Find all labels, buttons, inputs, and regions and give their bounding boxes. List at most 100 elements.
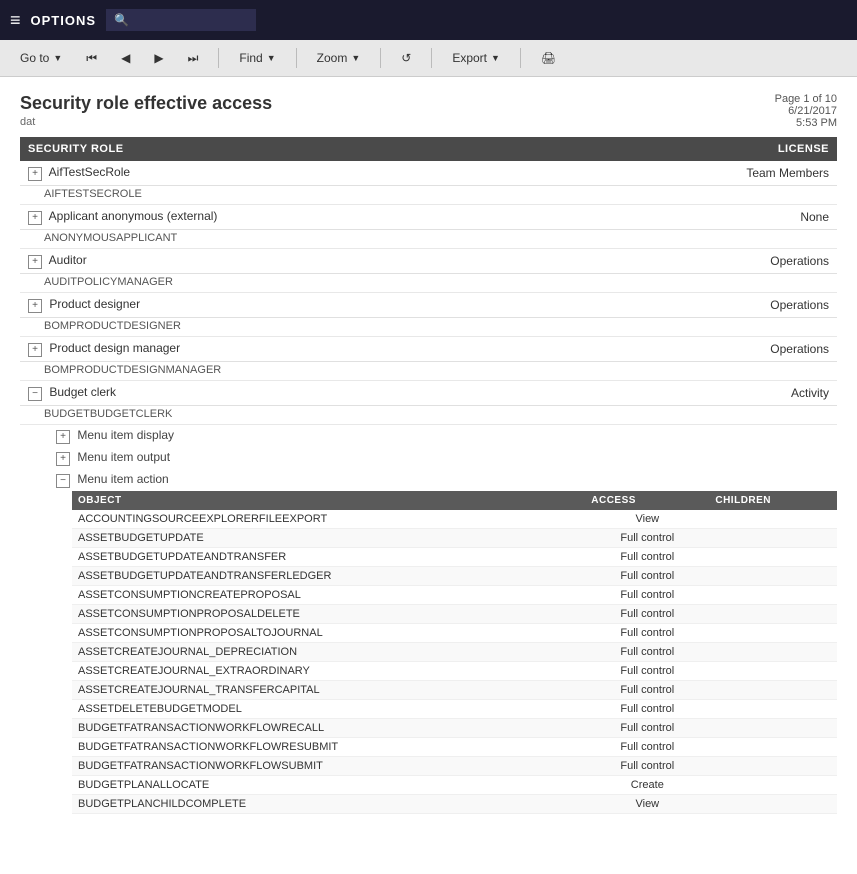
menu-item-label: Menu item display bbox=[77, 428, 174, 442]
table-header-row: SECURITY ROLE LICENSE bbox=[20, 137, 837, 161]
prev-page-button[interactable]: ◀ bbox=[117, 49, 134, 67]
access-value: View bbox=[585, 795, 709, 814]
list-item: BUDGETFATRANSACTIONWORKFLOWRESUBMITFull … bbox=[72, 738, 837, 757]
role-key: AUDITPOLICYMANAGER bbox=[20, 274, 837, 293]
main-content: Go to ▼ ⏮ ◀ ▶ ⏭ Find ▼ Zoom ▼ ↺ Export ▼… bbox=[0, 40, 857, 874]
table-row: ANONYMOUSAPPLICANT bbox=[20, 230, 837, 249]
report-time: 5:53 PM bbox=[775, 117, 837, 129]
table-row: + Applicant anonymous (external) None bbox=[20, 205, 837, 230]
object-name: BUDGETFATRANSACTIONWORKFLOWSUBMIT bbox=[72, 757, 585, 776]
list-item: ASSETCREATEJOURNAL_DEPRECIATIONFull cont… bbox=[72, 643, 837, 662]
table-container: SECURITY ROLE LICENSE + AifTestSecRole T… bbox=[0, 137, 857, 814]
role-license: Operations bbox=[572, 293, 837, 318]
access-value: Full control bbox=[585, 662, 709, 681]
object-name: ASSETCREATEJOURNAL_TRANSFERCAPITAL bbox=[72, 681, 585, 700]
menu-item-label: Menu item action bbox=[77, 472, 168, 486]
expand-icon[interactable]: + bbox=[56, 430, 70, 444]
expand-icon[interactable]: + bbox=[28, 255, 42, 269]
object-name: ASSETDELETEBUDGETMODEL bbox=[72, 700, 585, 719]
goto-chevron: ▼ bbox=[53, 53, 62, 63]
separator-2 bbox=[296, 48, 297, 68]
table-row: AUDITPOLICYMANAGER bbox=[20, 274, 837, 293]
object-name: BUDGETFATRANSACTIONWORKFLOWRECALL bbox=[72, 719, 585, 738]
separator-4 bbox=[431, 48, 432, 68]
export-label: Export bbox=[452, 51, 487, 65]
role-label: AifTestSecRole bbox=[49, 165, 130, 179]
expand-icon[interactable]: + bbox=[28, 167, 42, 181]
report-subtitle: dat bbox=[20, 116, 272, 128]
list-item: ASSETCONSUMPTIONCREATEPROPOSALFull contr… bbox=[72, 586, 837, 605]
report-title: Security role effective access bbox=[20, 93, 272, 114]
role-license: Operations bbox=[572, 337, 837, 362]
search-input[interactable] bbox=[106, 9, 256, 31]
access-value: Full control bbox=[585, 738, 709, 757]
report-header: Security role effective access dat Page … bbox=[0, 77, 857, 137]
hamburger-icon[interactable]: ≡ bbox=[10, 10, 21, 31]
table-row: + AifTestSecRole Team Members bbox=[20, 161, 837, 186]
access-value: Create bbox=[585, 776, 709, 795]
sub-table: OBJECT ACCESS CHILDREN ACCOUNTINGSOURCEE… bbox=[72, 491, 837, 814]
table-row: BOMPRODUCTDESIGNMANAGER bbox=[20, 362, 837, 381]
role-key: AIFTESTSECROLE bbox=[20, 186, 837, 205]
next-page-button[interactable]: ▶ bbox=[150, 49, 167, 67]
list-item: ASSETBUDGETUPDATEFull control bbox=[72, 529, 837, 548]
object-name: ASSETCREATEJOURNAL_EXTRAORDINARY bbox=[72, 662, 585, 681]
object-name: ASSETCONSUMPTIONPROPOSALTOJOURNAL bbox=[72, 624, 585, 643]
sub-table-row: OBJECT ACCESS CHILDREN ACCOUNTINGSOURCEE… bbox=[20, 491, 837, 814]
separator-1 bbox=[218, 48, 219, 68]
access-value: Full control bbox=[585, 548, 709, 567]
col-license: LICENSE bbox=[572, 137, 837, 161]
list-item: BUDGETPLANALLOCATECreate bbox=[72, 776, 837, 795]
security-table: SECURITY ROLE LICENSE + AifTestSecRole T… bbox=[20, 137, 837, 814]
refresh-button[interactable]: ↺ bbox=[397, 49, 415, 67]
first-page-button[interactable]: ⏮ bbox=[82, 49, 101, 68]
role-key: BOMPRODUCTDESIGNMANAGER bbox=[20, 362, 837, 381]
menu-item: + Menu item display bbox=[20, 425, 837, 448]
role-key: ANONYMOUSAPPLICANT bbox=[20, 230, 837, 249]
expand-icon[interactable]: + bbox=[28, 211, 42, 225]
children-value bbox=[709, 586, 837, 605]
role-label: Budget clerk bbox=[49, 385, 116, 399]
print-button[interactable]: 🖨 bbox=[537, 49, 560, 67]
app-title: OPTIONS bbox=[31, 13, 97, 28]
table-row: − Menu item action bbox=[20, 469, 837, 491]
find-button[interactable]: Find ▼ bbox=[235, 49, 279, 67]
object-name: ASSETCONSUMPTIONCREATEPROPOSAL bbox=[72, 586, 585, 605]
object-name: ASSETBUDGETUPDATEANDTRANSFER bbox=[72, 548, 585, 567]
access-value: Full control bbox=[585, 567, 709, 586]
role-label: Applicant anonymous (external) bbox=[49, 209, 218, 223]
expand-icon[interactable]: − bbox=[28, 387, 42, 401]
goto-button[interactable]: Go to ▼ bbox=[16, 49, 66, 67]
list-item: ASSETCONSUMPTIONPROPOSALDELETEFull contr… bbox=[72, 605, 837, 624]
role-license: None bbox=[572, 205, 837, 230]
children-value bbox=[709, 662, 837, 681]
expand-icon[interactable]: + bbox=[28, 299, 42, 313]
access-value: Full control bbox=[585, 605, 709, 624]
zoom-chevron: ▼ bbox=[351, 53, 360, 63]
menu-item: + Menu item output bbox=[20, 447, 837, 469]
children-value bbox=[709, 529, 837, 548]
access-value: View bbox=[585, 510, 709, 529]
access-value: Full control bbox=[585, 643, 709, 662]
expand-icon[interactable]: + bbox=[28, 343, 42, 357]
list-item: BUDGETFATRANSACTIONWORKFLOWRECALLFull co… bbox=[72, 719, 837, 738]
role-license: Team Members bbox=[572, 161, 837, 186]
children-value bbox=[709, 719, 837, 738]
access-value: Full control bbox=[585, 757, 709, 776]
expand-icon[interactable]: − bbox=[56, 474, 70, 488]
role-license: Operations bbox=[572, 249, 837, 274]
table-row: + Menu item output bbox=[20, 447, 837, 469]
children-value bbox=[709, 548, 837, 567]
zoom-button[interactable]: Zoom ▼ bbox=[313, 49, 365, 67]
last-page-button[interactable]: ⏭ bbox=[184, 49, 203, 68]
object-name: ASSETBUDGETUPDATEANDTRANSFERLEDGER bbox=[72, 567, 585, 586]
export-button[interactable]: Export ▼ bbox=[448, 49, 504, 67]
table-row: BUDGETBUDGETCLERK bbox=[20, 406, 837, 425]
role-license: Activity bbox=[572, 381, 837, 406]
expand-icon[interactable]: + bbox=[56, 452, 70, 466]
export-chevron: ▼ bbox=[491, 53, 500, 63]
list-item: ASSETCREATEJOURNAL_EXTRAORDINARYFull con… bbox=[72, 662, 837, 681]
col-security-role: SECURITY ROLE bbox=[20, 137, 572, 161]
access-value: Full control bbox=[585, 586, 709, 605]
role-label: Product design manager bbox=[49, 341, 180, 355]
